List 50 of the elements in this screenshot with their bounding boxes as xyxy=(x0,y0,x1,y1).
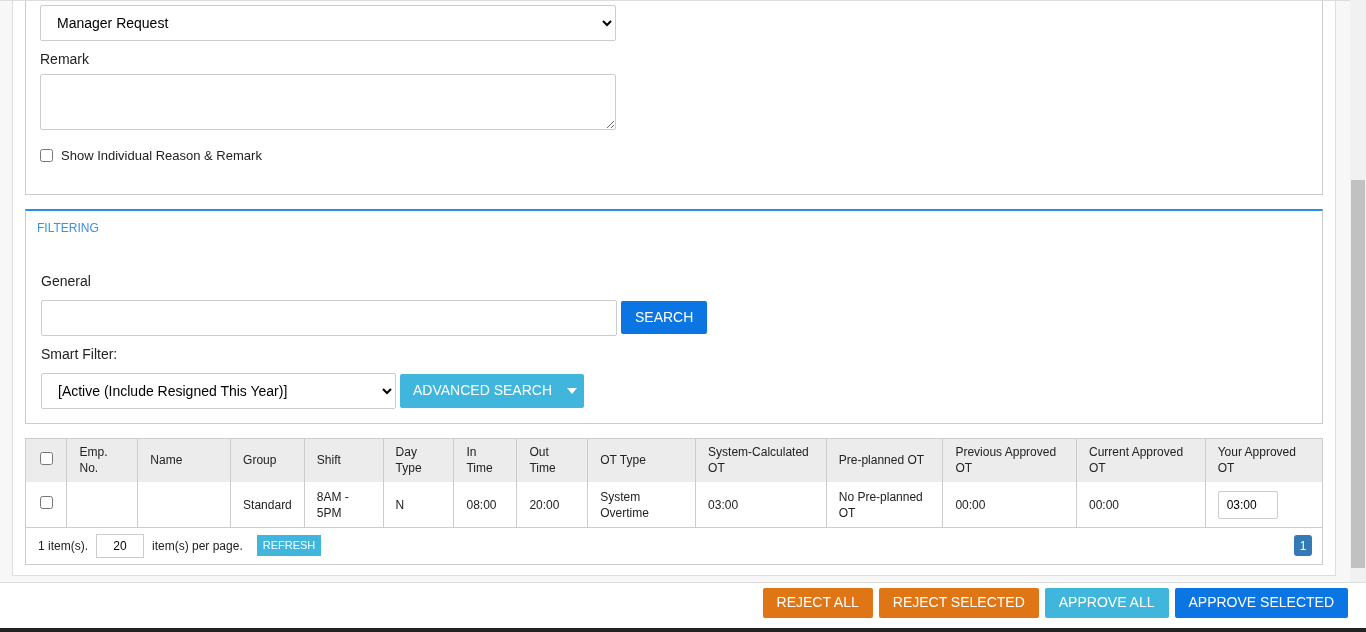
approved-ot-field[interactable]: 03:00 xyxy=(1217,490,1278,519)
column-header: Shift xyxy=(316,453,341,468)
column-header: Name xyxy=(150,453,183,468)
column-header: Emp. No. xyxy=(79,445,108,476)
reject-button[interactable]: REJECT ALL xyxy=(762,587,873,618)
show-individual-checkbox[interactable] xyxy=(40,149,53,163)
select-all-checkbox[interactable] xyxy=(39,451,53,465)
column-header: Day Type xyxy=(395,445,422,476)
table-cell: Standard xyxy=(243,497,292,512)
row-checkbox[interactable] xyxy=(39,496,53,510)
general-search-field[interactable] xyxy=(41,299,617,336)
advanced-search-button[interactable]: ADVANCED SEARCH xyxy=(400,373,560,408)
table-cell: 20:00 xyxy=(529,497,560,512)
refresh-button[interactable]: REFRESH xyxy=(256,535,322,556)
table-cell: System Overtime xyxy=(600,489,649,520)
item-count: 1 item(s). xyxy=(38,537,88,555)
caret-icon xyxy=(567,387,577,394)
approve-button[interactable]: APPROVE SELECTED xyxy=(1174,587,1348,618)
section-title: FILTERING xyxy=(37,219,100,237)
column-header: Pre-planned OT xyxy=(838,453,925,468)
column-header: In Time xyxy=(466,445,493,476)
approve-button[interactable]: APPROVE ALL xyxy=(1044,587,1169,618)
column-header: System-Calculated OT xyxy=(708,445,809,476)
column-header: Your Approved OT xyxy=(1217,445,1296,476)
show-individual-label: Show Individual Reason & Remark xyxy=(61,147,262,165)
table-cell: 08:00 xyxy=(466,497,497,512)
table-cell: 8AM - 5PM xyxy=(316,489,349,520)
table-cell: 00:00 xyxy=(1089,497,1120,512)
table-cell: 03:00 xyxy=(708,497,739,512)
smart-filter-select[interactable]: [Active (Include Resigned This Year)] xyxy=(41,372,396,409)
remark-label: Remark xyxy=(40,50,90,69)
general-label: General xyxy=(41,271,92,291)
column-header: OT Type xyxy=(600,453,646,468)
per-page-label: item(s) per page. xyxy=(152,537,243,555)
column-header: Current Approved OT xyxy=(1089,445,1184,476)
reject-button[interactable]: REJECT SELECTED xyxy=(878,587,1039,618)
search-button[interactable]: SEARCH xyxy=(621,301,708,334)
dropdown-caret-button[interactable] xyxy=(560,373,584,408)
table-cell: No Pre-planned OT xyxy=(838,489,923,520)
column-header: Group xyxy=(243,453,277,468)
remark-field[interactable] xyxy=(40,74,616,130)
column-header: Previous Approved OT xyxy=(955,445,1057,476)
scrollbar[interactable] xyxy=(1350,0,1366,582)
column-header: Out Time xyxy=(529,445,556,476)
table-cell: N xyxy=(395,497,405,512)
page-size-field[interactable]: 20 xyxy=(96,533,144,558)
table-cell: 00:00 xyxy=(955,497,986,512)
reason-select[interactable]: Manager Request xyxy=(40,5,616,41)
smart-filter-label: Smart Filter: xyxy=(41,344,119,364)
page-button[interactable]: 1 xyxy=(1294,535,1312,556)
